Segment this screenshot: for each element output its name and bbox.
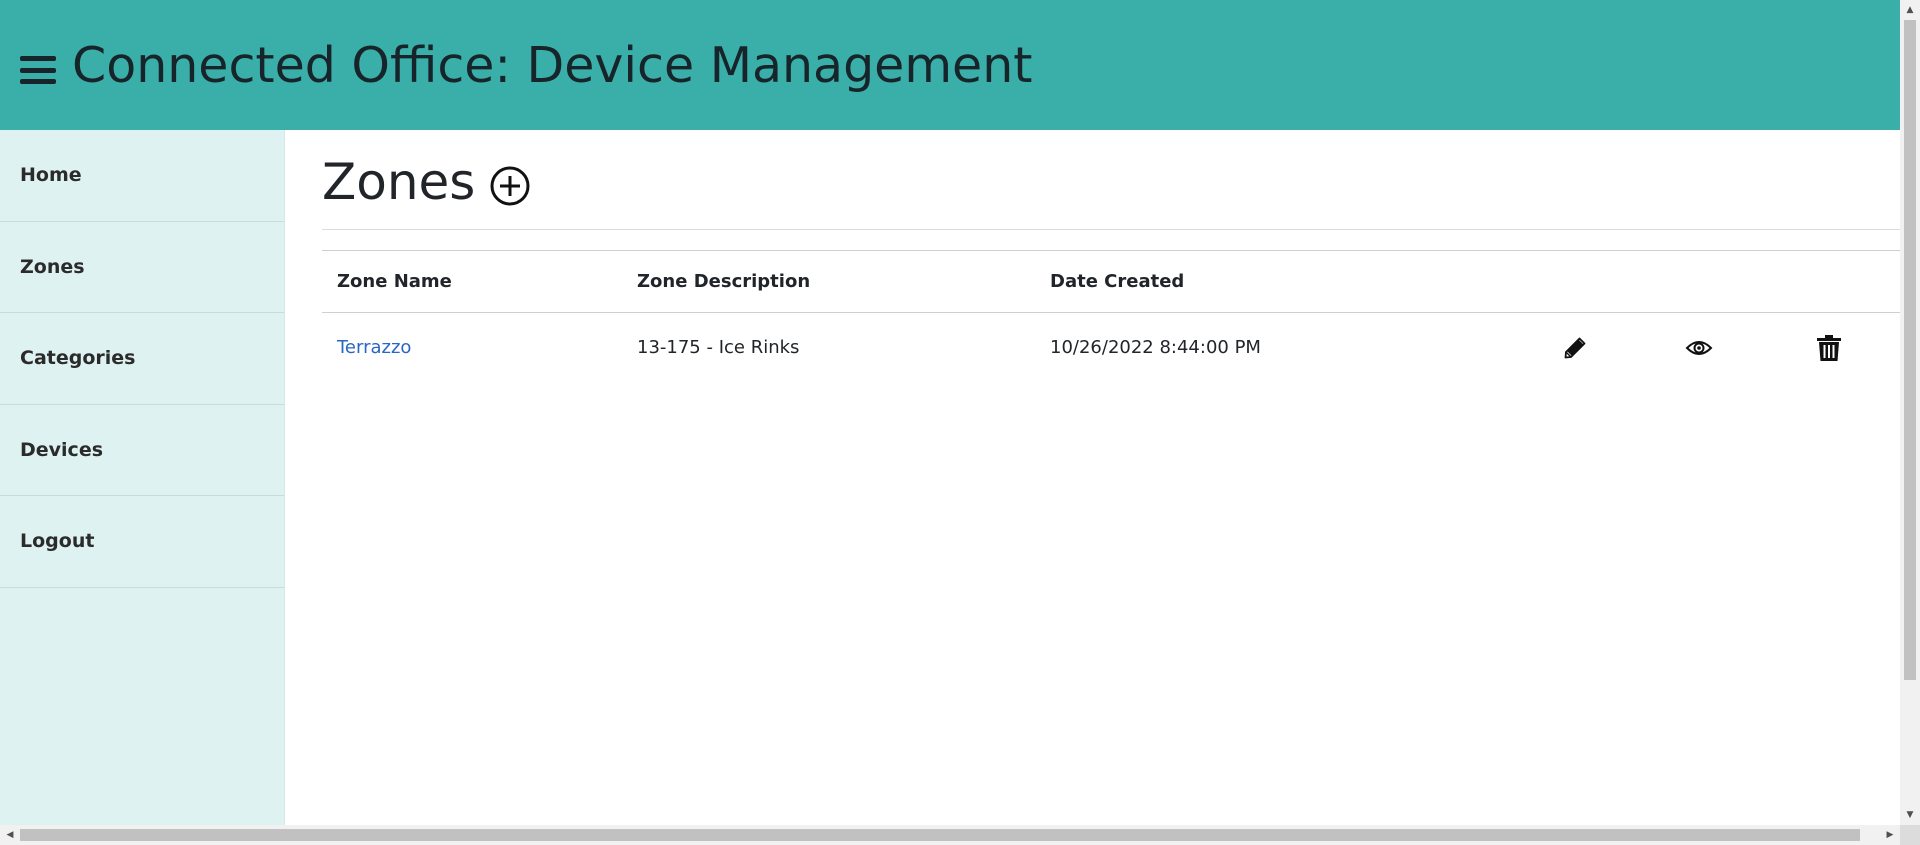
- zone-description-cell: 13-175 - Ice Rinks: [637, 337, 800, 359]
- column-header-edit: [1509, 250, 1640, 313]
- column-header-delete: [1758, 250, 1900, 313]
- column-header-zone-description: Zone Description: [622, 250, 1035, 313]
- delete-cell: [1758, 313, 1900, 383]
- pencil-icon[interactable]: [1563, 336, 1587, 360]
- eye-icon[interactable]: [1685, 338, 1713, 358]
- trash-icon[interactable]: [1816, 334, 1842, 362]
- column-header-zone-name: Zone Name: [322, 250, 622, 313]
- sidebar-item-zones[interactable]: Zones: [0, 222, 284, 313]
- zone-name-cell: Terrazzo: [322, 313, 622, 383]
- view-cell: [1640, 313, 1758, 383]
- sidebar-item-categories[interactable]: Categories: [0, 313, 284, 405]
- sidebar: Home Zones Categories Devices Logout: [0, 130, 285, 825]
- sidebar-item-home[interactable]: Home: [0, 130, 284, 222]
- scroll-left-arrow-icon[interactable]: ◀: [0, 825, 20, 845]
- table-row: Terrazzo 13-175 - Ice Rinks 10/26/2022 8…: [322, 313, 1900, 383]
- viewport: Connected Office: Device Management Home…: [0, 0, 1900, 825]
- table-header-row: Zone Name Zone Description Date Created: [322, 250, 1900, 313]
- horizontal-scrollbar-thumb[interactable]: [20, 829, 1860, 841]
- scroll-right-arrow-icon[interactable]: ▶: [1880, 825, 1900, 845]
- horizontal-scrollbar[interactable]: ◀ ▶: [0, 825, 1920, 845]
- scrollbar-corner: [1900, 825, 1920, 845]
- column-header-date-created: Date Created: [1035, 250, 1509, 313]
- edit-cell: [1509, 313, 1640, 383]
- app-header: Connected Office: Device Management: [0, 0, 1900, 130]
- date-created-cell: 10/26/2022 8:44:00 PM: [1050, 337, 1261, 359]
- vertical-scrollbar-thumb[interactable]: [1904, 20, 1916, 680]
- sidebar-item-devices[interactable]: Devices: [0, 405, 284, 496]
- page-header: Zones: [322, 130, 1900, 230]
- sidebar-item-logout[interactable]: Logout: [0, 496, 284, 588]
- zone-name-link[interactable]: Terrazzo: [337, 337, 411, 358]
- zones-table: Zone Name Zone Description Date Created …: [322, 250, 1900, 383]
- page-title: Zones: [322, 152, 476, 211]
- scroll-up-arrow-icon[interactable]: ▲: [1900, 0, 1920, 20]
- column-header-view: [1640, 250, 1758, 313]
- scroll-down-arrow-icon[interactable]: ▼: [1900, 805, 1920, 825]
- main-content: Zones Zone Name Zone Description Date Cr…: [322, 130, 1900, 383]
- hamburger-menu-icon[interactable]: [20, 56, 56, 84]
- vertical-scrollbar[interactable]: ▲ ▼: [1900, 0, 1920, 825]
- plus-circle-icon[interactable]: [489, 165, 531, 207]
- app-title: Connected Office: Device Management: [72, 36, 1033, 94]
